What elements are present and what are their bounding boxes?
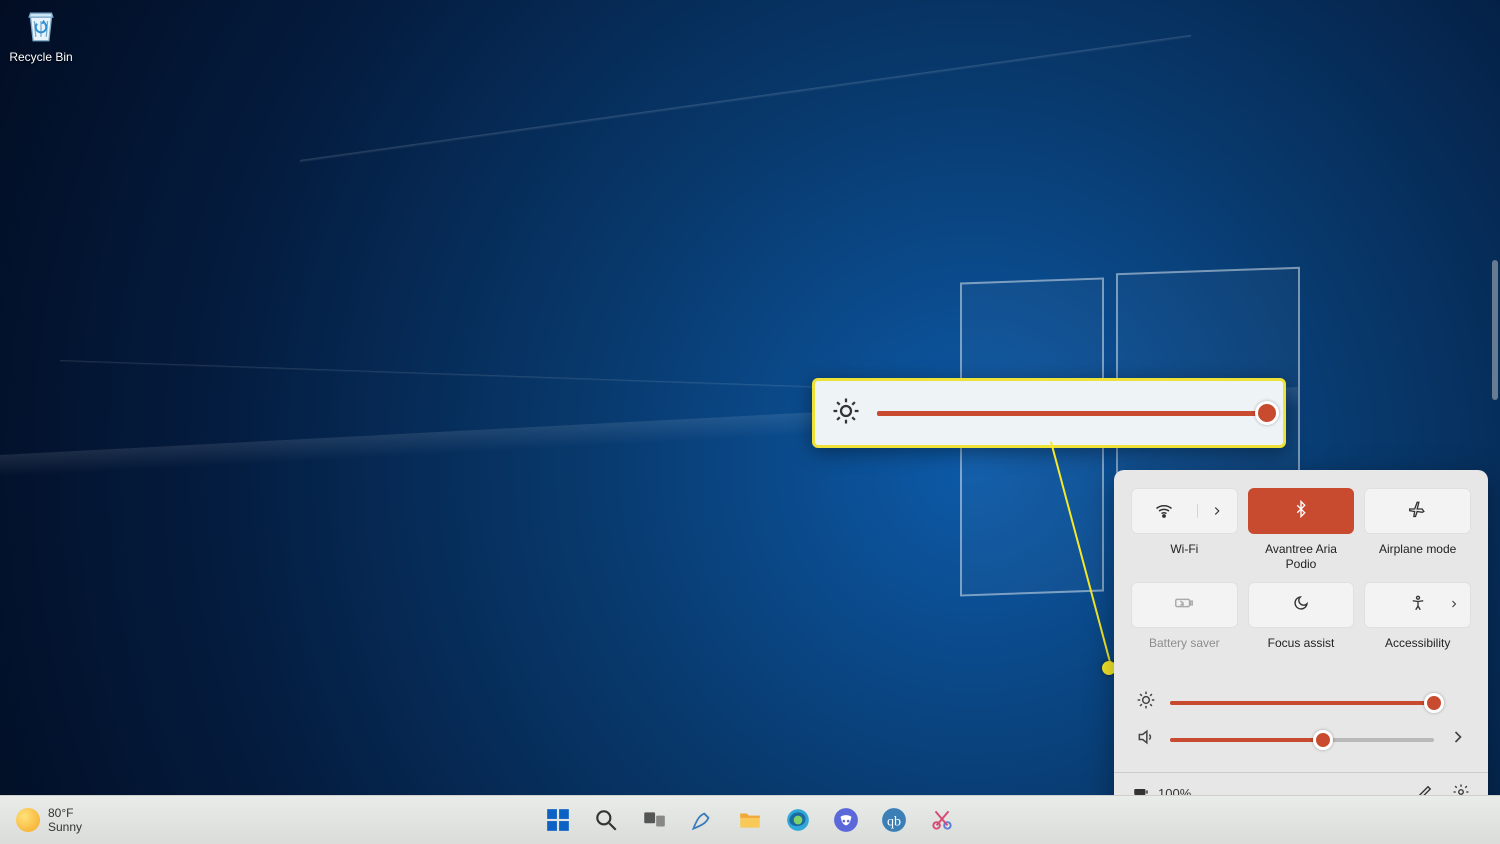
wifi-toggle[interactable]: [1131, 488, 1238, 534]
brightness-slider[interactable]: [1170, 701, 1434, 705]
volume-output-expand[interactable]: [1448, 727, 1466, 752]
edge-browser-button[interactable]: [781, 803, 815, 837]
brightness-row: [1132, 684, 1470, 721]
focus-assist-icon: [1292, 594, 1310, 617]
brightness-icon: [1136, 690, 1156, 715]
focus-assist-label: Focus assist: [1268, 636, 1335, 666]
focus-assist-toggle[interactable]: [1248, 582, 1355, 628]
callout-brightness-zoom: [812, 378, 1286, 448]
airplane-mode-label: Airplane mode: [1379, 542, 1456, 572]
quick-settings-panel: Wi-Fi Avantree Aria Podio Airplane m: [1114, 470, 1488, 814]
start-button[interactable]: [541, 803, 575, 837]
bluetooth-toggle[interactable]: [1248, 488, 1355, 534]
weather-temperature: 80°F: [48, 806, 82, 820]
recycle-bin-icon: [20, 4, 62, 46]
scrollbar-thumb[interactable]: [1492, 260, 1498, 400]
accessibility-toggle[interactable]: [1364, 582, 1471, 628]
wifi-label: Wi-Fi: [1170, 542, 1198, 572]
task-view-button[interactable]: [637, 803, 671, 837]
svg-text:qb: qb: [887, 813, 901, 829]
recycle-bin-label: Recycle Bin: [6, 50, 76, 64]
brightness-icon: [831, 396, 861, 431]
bluetooth-icon: [1292, 500, 1310, 523]
weather-icon: [16, 808, 40, 832]
file-explorer-button[interactable]: [733, 803, 767, 837]
volume-slider[interactable]: [1170, 738, 1434, 742]
volume-row: [1132, 721, 1470, 758]
battery-saver-label: Battery saver: [1149, 636, 1220, 666]
battery-saver-icon: [1173, 592, 1195, 619]
taskbar: 80°F Sunny: [0, 795, 1500, 844]
accessibility-icon: [1409, 594, 1427, 617]
wifi-icon: [1132, 501, 1197, 521]
wifi-expand[interactable]: [1197, 504, 1237, 518]
desktop[interactable]: Recycle Bin: [0, 0, 1500, 844]
weather-condition: Sunny: [48, 820, 82, 834]
airplane-mode-toggle[interactable]: [1364, 488, 1471, 534]
airplane-icon: [1408, 499, 1428, 524]
bluetooth-label: Avantree Aria Podio: [1249, 542, 1354, 572]
battery-saver-toggle: [1131, 582, 1238, 628]
callout-brightness-slider[interactable]: [877, 411, 1267, 416]
chevron-right-icon: [1448, 598, 1460, 613]
app-krita[interactable]: [685, 803, 719, 837]
search-button[interactable]: [589, 803, 623, 837]
recycle-bin[interactable]: Recycle Bin: [6, 4, 76, 64]
discord-button[interactable]: [829, 803, 863, 837]
snipping-tool-button[interactable]: [925, 803, 959, 837]
volume-icon: [1136, 727, 1156, 752]
weather-widget[interactable]: 80°F Sunny: [16, 806, 82, 834]
annotation-line: [1050, 441, 1112, 666]
qbittorrent-button[interactable]: qb: [877, 803, 911, 837]
accessibility-label: Accessibility: [1385, 636, 1450, 666]
